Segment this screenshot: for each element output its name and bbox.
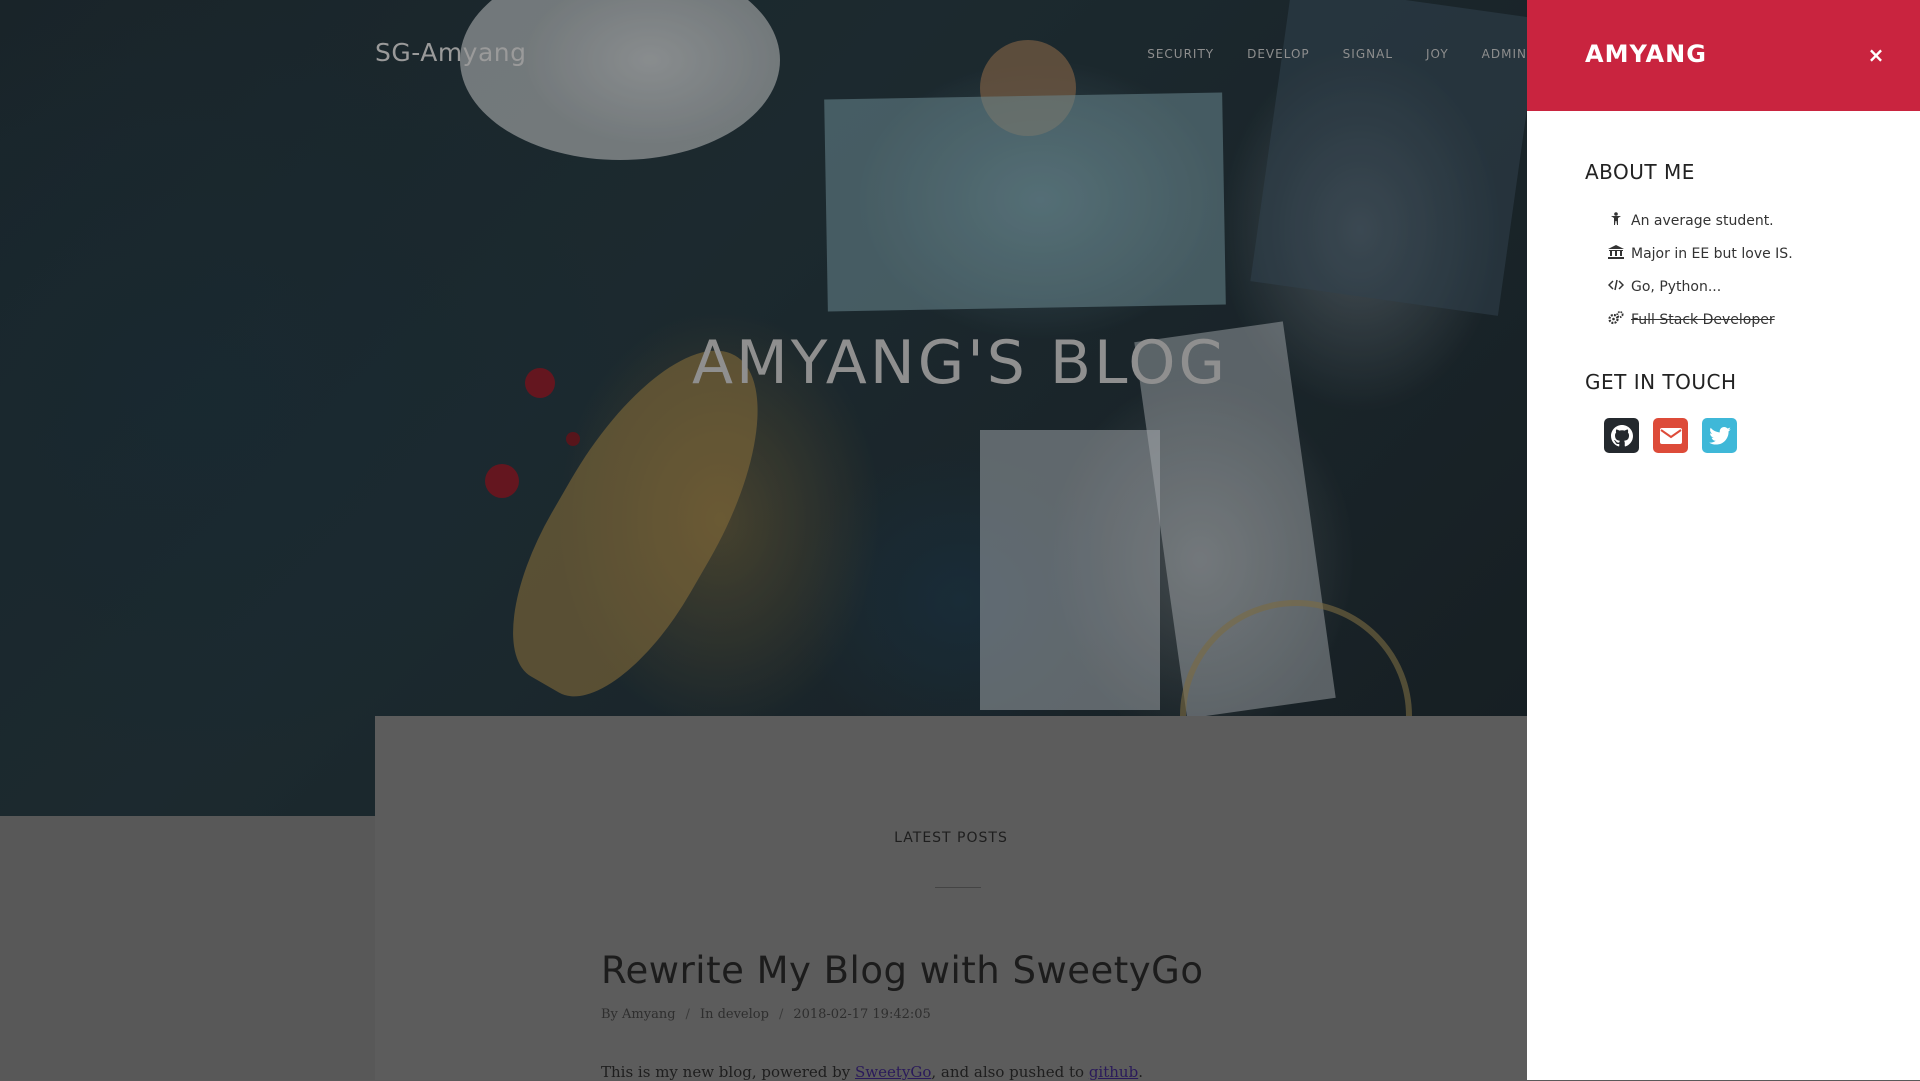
excerpt-text: . [1138, 1063, 1143, 1081]
social-links [1604, 418, 1737, 453]
close-icon[interactable]: × [1863, 42, 1889, 68]
post-meta: By Amyang / In develop / 2018-02-17 19:4… [601, 1007, 931, 1022]
divider [935, 887, 981, 888]
main-content: LATEST POSTS Rewrite My Blog with Sweety… [375, 716, 1527, 1081]
hero-overlay [0, 0, 1527, 816]
post-excerpt: This is my new blog, powered by SweetyGo… [601, 1063, 1143, 1081]
meta-separator: / [685, 1007, 690, 1022]
envelope-icon[interactable] [1653, 418, 1688, 453]
section-label: LATEST POSTS [894, 830, 1008, 846]
about-item: Go, Python... [1607, 270, 1793, 303]
github-link[interactable]: github [1089, 1063, 1138, 1081]
post-category[interactable]: In develop [700, 1007, 769, 1022]
nav-admin[interactable]: ADMIN [1482, 47, 1527, 61]
about-list: An average student. Major in EE but love… [1607, 204, 1793, 336]
hero-banner [0, 0, 1527, 816]
about-me-heading: ABOUT ME [1585, 160, 1695, 184]
meta-separator: / [778, 1007, 784, 1022]
about-item: Full Stack Developer [1607, 303, 1793, 336]
main-nav: SECURITY DEVELOP SIGNAL JOY ADMIN [1147, 47, 1527, 61]
about-item-text: Full Stack Developer [1631, 311, 1775, 328]
excerpt-text: This is my new blog, powered by [601, 1063, 855, 1081]
side-panel: AMYANG × ABOUT ME An average student. Ma… [1527, 0, 1920, 1080]
get-in-touch-heading: GET IN TOUCH [1585, 370, 1737, 394]
about-item: An average student. [1607, 204, 1793, 237]
panel-title: AMYANG [1585, 40, 1707, 68]
gears-icon [1607, 311, 1625, 328]
code-icon [1607, 279, 1625, 294]
nav-signal[interactable]: SIGNAL [1343, 47, 1393, 61]
page-background [0, 816, 375, 1080]
about-item-text: Major in EE but love IS. [1631, 245, 1793, 262]
nav-joy[interactable]: JOY [1426, 47, 1449, 61]
github-icon[interactable] [1604, 418, 1639, 453]
about-item-text: An average student. [1631, 212, 1774, 229]
post-author[interactable]: By Amyang [601, 1007, 676, 1022]
site-brand[interactable]: SG-Amyang [375, 38, 527, 67]
university-icon [1607, 245, 1625, 262]
about-item: Major in EE but love IS. [1607, 237, 1793, 270]
nav-develop[interactable]: DEVELOP [1247, 47, 1310, 61]
sweetygo-link[interactable]: SweetyGo [855, 1063, 931, 1081]
person-icon [1607, 212, 1625, 229]
post-title[interactable]: Rewrite My Blog with SweetyGo [601, 949, 1203, 992]
nav-security[interactable]: SECURITY [1147, 47, 1214, 61]
twitter-icon[interactable] [1702, 418, 1737, 453]
excerpt-text: , and also pushed to [931, 1063, 1089, 1081]
about-item-text: Go, Python... [1631, 278, 1722, 295]
post-date: 2018-02-17 19:42:05 [793, 1007, 931, 1022]
panel-header: AMYANG × [1527, 0, 1920, 111]
